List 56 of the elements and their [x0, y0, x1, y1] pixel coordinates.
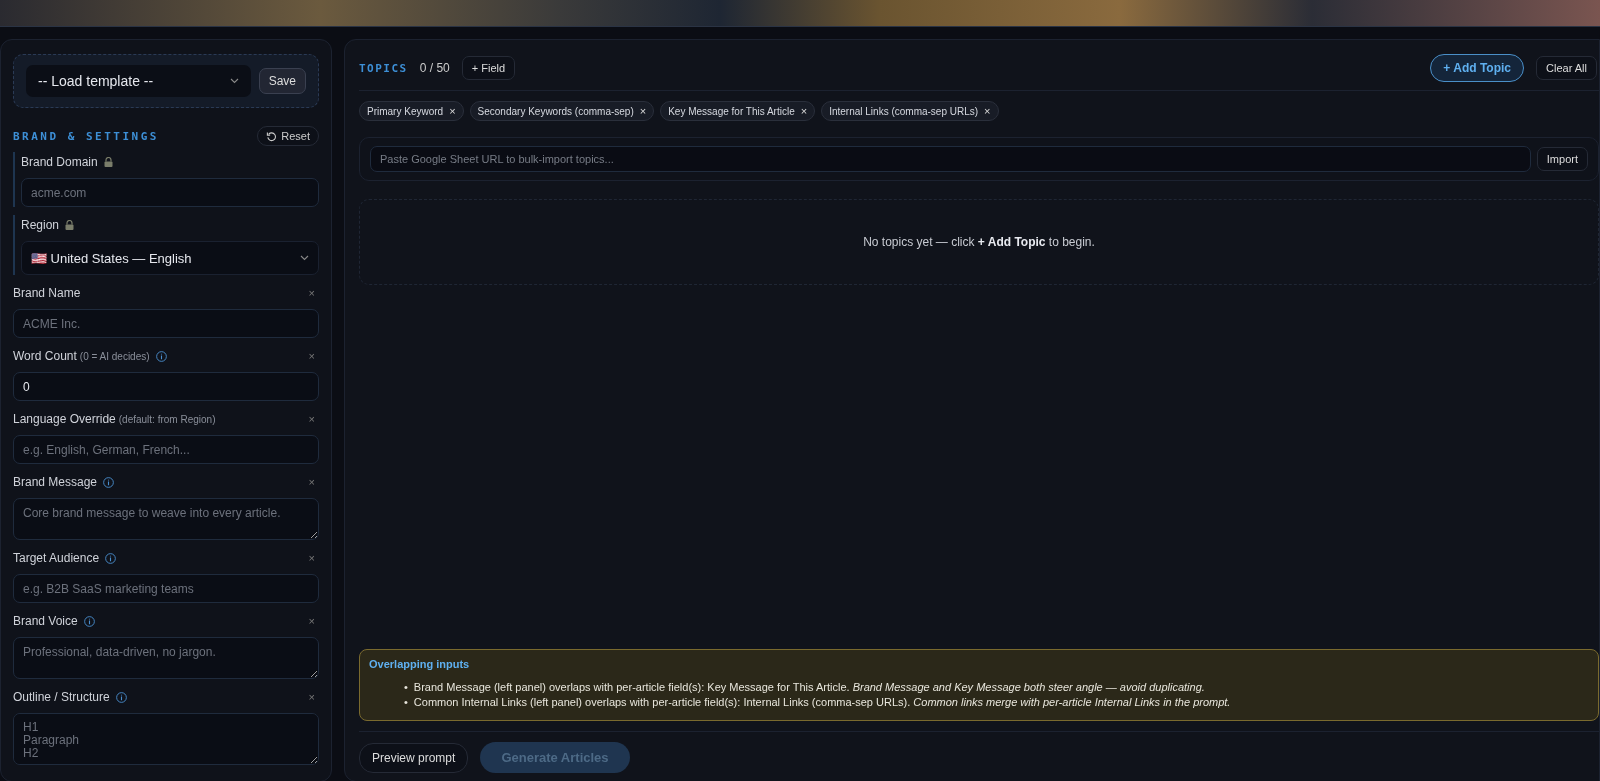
field-label: Outline / Structure	[13, 690, 110, 704]
clear-button[interactable]: ×	[304, 413, 319, 425]
add-field-button[interactable]: + Field	[461, 56, 516, 80]
clear-button[interactable]: ×	[304, 350, 319, 362]
field-label: Target Audience	[13, 551, 100, 565]
field-label: Word Count	[13, 349, 77, 363]
field-label: Region	[21, 218, 60, 232]
chip-label: Internal Links (comma-sep URLs)	[829, 105, 979, 117]
chevron-down-icon	[229, 78, 239, 84]
field-hint: (default: from Region)	[118, 413, 216, 425]
warning-item: Common Internal Links (left panel) overlaps with per-article field(s): Internal Links (comma-sep URLs). Common links merge with per-article Internal Links in the prompt.	[413, 695, 1232, 710]
warning-title: Overlapping inputs	[369, 658, 471, 670]
empty-message: No topics yet — click + Add Topic to begin.	[863, 235, 1095, 249]
field-label: Brand Domain	[21, 155, 98, 169]
clear-button[interactable]: ×	[304, 552, 319, 564]
clear-button[interactable]: ×	[304, 476, 319, 488]
chip-label: Key Message for This Article	[668, 105, 795, 117]
section-title: BRAND & SETTINGS	[13, 129, 159, 143]
text-field[interactable]: acme.com	[21, 178, 319, 207]
preview-prompt-button[interactable]: Preview prompt	[359, 742, 469, 773]
text-field[interactable]: 0	[13, 372, 319, 401]
field-label: Brand Message	[13, 475, 98, 489]
section-title: TOPICS	[359, 61, 408, 75]
clear-all-button[interactable]: Clear All	[1536, 56, 1597, 80]
field-label: Brand Voice	[13, 614, 78, 628]
remove-button[interactable]: ×	[800, 105, 808, 117]
add-topic-button[interactable]: + Add Topic	[1430, 54, 1525, 82]
remove-button[interactable]: ×	[984, 105, 991, 117]
region-select[interactable]: 🇺🇸 United States — English	[21, 241, 319, 275]
field-label: Language Override	[13, 412, 116, 426]
field-label: Brand Name	[13, 286, 81, 300]
bullet: •	[404, 695, 408, 710]
chevron-down-icon	[300, 255, 309, 261]
chip-label: Primary Keyword	[367, 105, 444, 117]
remove-button[interactable]: ×	[449, 105, 456, 117]
template-select[interactable]: -- Load template --	[26, 65, 251, 97]
text-area[interactable]: H1 Paragraph H2	[13, 713, 319, 765]
text-area[interactable]: Core brand message to weave into every article.	[13, 498, 319, 540]
warning-item: Brand Message (left panel) overlaps with per-article field(s): Key Message for This Article. Brand Message and Key Message both steer angle — avoid duplicating.	[413, 680, 1206, 695]
clear-button[interactable]: ×	[304, 615, 319, 627]
clear-button[interactable]: ×	[304, 691, 319, 703]
text-field[interactable]: e.g. English, German, French...	[13, 435, 319, 464]
reset-button[interactable]: Reset	[257, 126, 319, 146]
sheet-url-field[interactable]: Paste Google Sheet URL to bulk-import topics...	[370, 146, 1531, 172]
field-hint: (0 = AI decides)	[79, 350, 150, 362]
topic-count: 0 / 50	[419, 61, 450, 75]
save-button[interactable]: Save	[258, 68, 306, 94]
clear-button[interactable]: ×	[304, 287, 319, 299]
remove-button[interactable]: ×	[639, 105, 647, 117]
text-field[interactable]: ACME Inc.	[13, 309, 319, 338]
import-button[interactable]: Import	[1536, 147, 1588, 171]
bullet: •	[404, 680, 408, 695]
text-field[interactable]: e.g. B2B SaaS marketing teams	[13, 574, 319, 603]
reset-icon	[266, 130, 278, 142]
text-area[interactable]: Professional, data-driven, no jargon.	[13, 637, 319, 679]
chip-label: Secondary Keywords (comma-sep)	[477, 105, 634, 117]
